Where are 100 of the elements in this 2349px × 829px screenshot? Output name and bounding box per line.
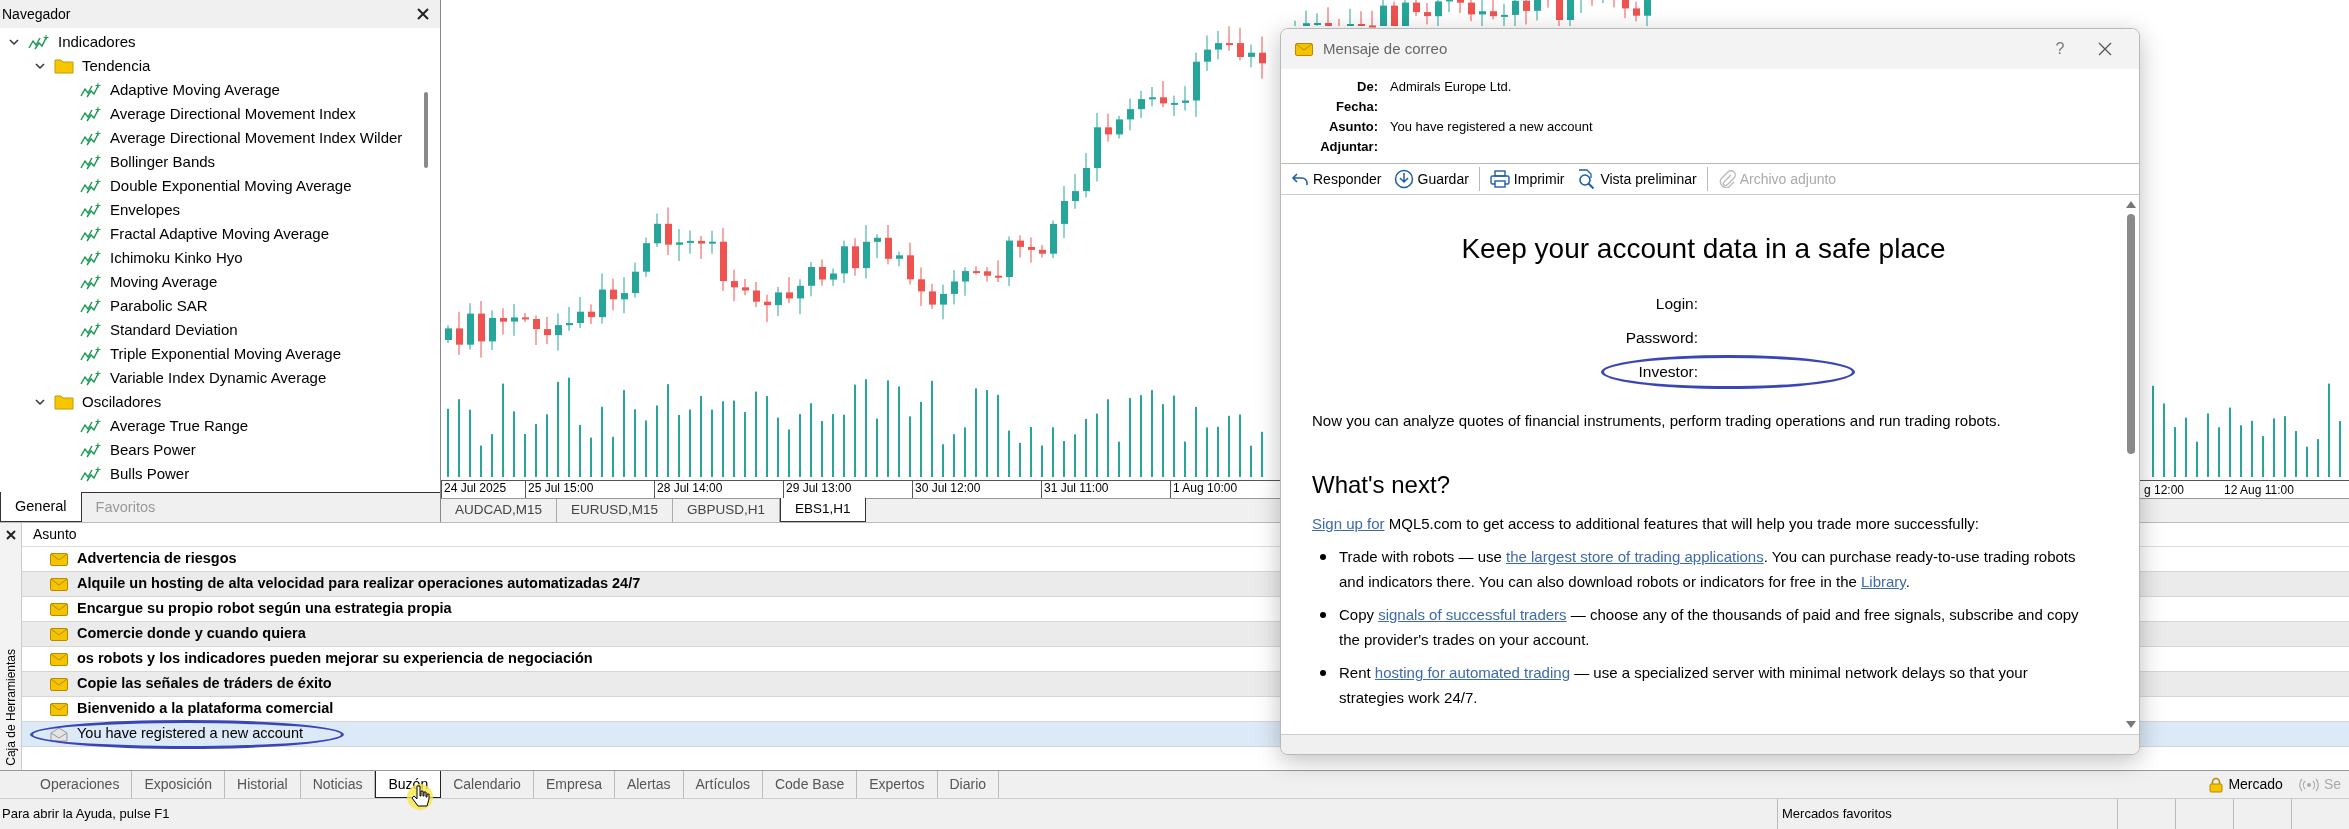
tree-item[interactable]: Variable Index Dynamic Average <box>0 366 327 390</box>
link[interactable]: the largest store of trading applications <box>1506 548 1764 565</box>
paperclip-icon <box>1717 170 1736 188</box>
candle <box>1105 113 1112 143</box>
tree-item[interactable]: Average Directional Movement Index <box>0 102 356 126</box>
toolbar-button[interactable]: Vista preliminar <box>1570 168 1703 190</box>
candle <box>1303 10 1310 27</box>
candle <box>1182 85 1189 111</box>
candle <box>1116 115 1123 139</box>
candle <box>1094 112 1101 182</box>
tree-item[interactable]: Bulls Power <box>0 462 190 486</box>
candle <box>841 240 848 284</box>
chevron-icon[interactable] <box>34 396 46 408</box>
tree-item[interactable]: Moving Average <box>0 270 218 294</box>
candle <box>951 269 958 305</box>
candle <box>720 227 727 292</box>
candle <box>1237 27 1244 61</box>
status-text: Mercados favoritos <box>1777 799 2117 829</box>
candle <box>731 269 738 302</box>
tree-item[interactable]: Standard Deviation <box>0 318 238 342</box>
candle <box>1413 0 1420 17</box>
chart-tab[interactable]: AUDCAD,M15 <box>441 499 558 522</box>
tree-item[interactable]: Indicadores <box>0 30 136 54</box>
candle <box>698 235 705 260</box>
chart-tab[interactable]: EURUSD,M15 <box>557 499 674 522</box>
candle <box>522 312 529 323</box>
link[interactable]: Sign up for <box>1312 515 1385 532</box>
download-icon <box>1393 169 1414 189</box>
chevron-icon[interactable] <box>8 36 20 48</box>
chart-tab[interactable]: EBS1,H1 <box>780 498 866 522</box>
candle <box>467 302 474 351</box>
folder-icon <box>54 394 74 410</box>
close-icon[interactable] <box>4 529 17 541</box>
envelope-icon <box>1295 42 1313 56</box>
link[interactable]: signals of successful traders <box>1378 606 1567 623</box>
candle <box>830 268 837 287</box>
tree-item[interactable]: Average Directional Movement Index Wilder <box>0 126 403 150</box>
panel-tab[interactable]: General <box>0 492 82 522</box>
scroll-down-icon[interactable] <box>2126 721 2136 728</box>
candle <box>1314 12 1321 27</box>
indicator-icon <box>80 106 102 122</box>
tree-item[interactable]: Bollinger Bands <box>0 150 216 174</box>
candle <box>654 213 661 248</box>
close-icon <box>2098 42 2112 56</box>
candle <box>1644 0 1651 27</box>
candle <box>863 224 870 279</box>
help-button[interactable]: ? <box>2045 36 2075 62</box>
lock-icon <box>2209 776 2224 793</box>
candle <box>797 278 804 315</box>
tree-item[interactable]: Parabolic SAR <box>0 294 208 318</box>
tree-item[interactable]: Adaptive Moving Average <box>0 78 280 102</box>
scrollbar[interactable] <box>2127 214 2135 454</box>
scrollbar[interactable] <box>424 92 428 168</box>
candle <box>973 265 980 276</box>
toolbar-button[interactable]: Guardar <box>1387 168 1475 190</box>
tree-item[interactable]: Tendencia <box>0 54 151 78</box>
candle <box>775 286 782 317</box>
scroll-up-icon[interactable] <box>2126 201 2136 208</box>
candle <box>1424 2 1431 25</box>
market-button[interactable]: Mercado <box>2201 771 2291 798</box>
toolbar-button[interactable]: Responder <box>1285 168 1388 190</box>
candle <box>1149 86 1156 107</box>
indicator-icon <box>80 178 102 194</box>
candle <box>852 237 859 277</box>
indicator-icon <box>80 298 102 314</box>
indicator-icon <box>80 370 102 386</box>
candle <box>610 278 617 312</box>
candle <box>1226 25 1233 52</box>
column-header[interactable]: Asunto <box>33 524 77 545</box>
tree-item[interactable]: Envelopes <box>0 198 181 222</box>
candle <box>676 228 683 262</box>
indicator-icon <box>80 250 102 266</box>
candle <box>1083 152 1090 198</box>
candle <box>577 296 584 329</box>
bullet-icon <box>1320 612 1326 618</box>
tree-item[interactable]: Osciladores <box>0 390 162 414</box>
tree-item[interactable]: Ichimoku Kinko Hyo <box>0 246 243 270</box>
candle <box>588 303 595 325</box>
candle <box>1633 1 1640 22</box>
candle <box>1457 0 1464 14</box>
toolbar-button[interactable]: Imprimir <box>1483 168 1571 190</box>
status-text: Para abrir la Ayuda, pulse F1 <box>1 805 171 824</box>
close-icon[interactable] <box>416 7 430 21</box>
tree-item[interactable]: Bears Power <box>0 438 196 462</box>
candle <box>1567 0 1574 27</box>
candle <box>753 281 760 308</box>
candle <box>1358 10 1365 27</box>
candle <box>1160 80 1167 108</box>
candle <box>742 278 749 296</box>
tree-item[interactable]: Average True Range <box>0 414 249 438</box>
link[interactable]: Library <box>1861 573 1906 590</box>
tree-item[interactable]: Fractal Adaptive Moving Average <box>0 222 330 246</box>
tree-item[interactable]: Double Exponential Moving Average <box>0 174 352 198</box>
candle <box>1028 236 1035 264</box>
indicator-icon <box>80 418 102 434</box>
tree-item[interactable]: Triple Exponential Moving Average <box>0 342 341 366</box>
candle <box>1446 0 1453 13</box>
chevron-icon[interactable] <box>34 60 46 72</box>
candle <box>808 261 815 297</box>
candle <box>1259 36 1266 80</box>
